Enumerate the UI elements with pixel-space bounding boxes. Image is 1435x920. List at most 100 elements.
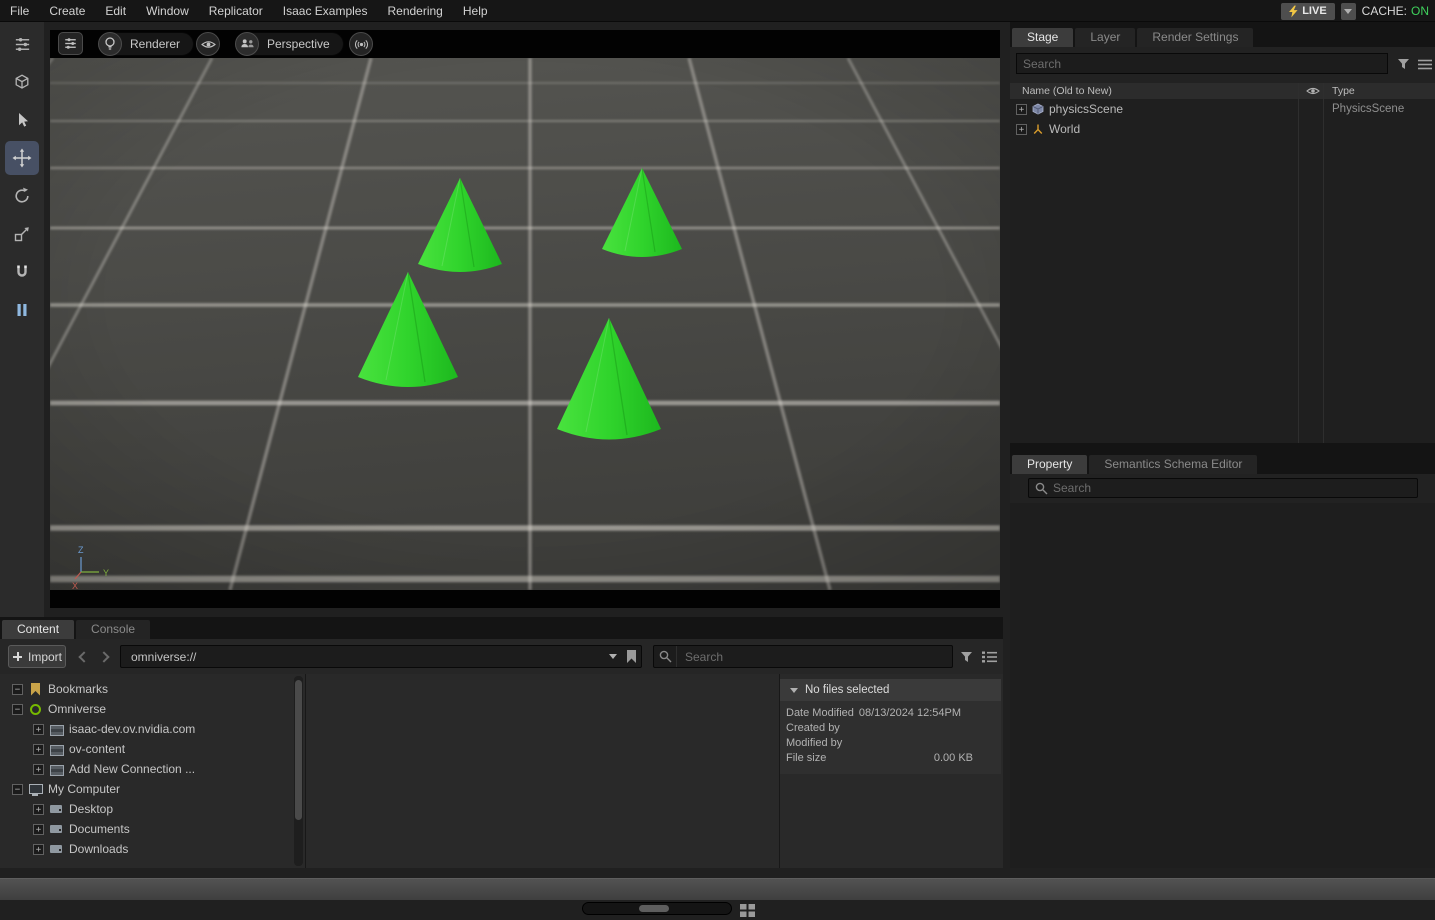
stage-options-button[interactable] bbox=[1415, 54, 1435, 74]
move-tool[interactable] bbox=[5, 141, 39, 175]
tree-item-bookmarks[interactable]: − Bookmarks bbox=[0, 679, 293, 699]
prim-type: PhysicsScene bbox=[1332, 103, 1404, 115]
column-name-header[interactable]: Name (Old to New) bbox=[1022, 83, 1112, 99]
eye-icon bbox=[201, 39, 216, 50]
physics-scene-icon bbox=[1032, 103, 1044, 115]
expander-toggle[interactable]: + bbox=[33, 724, 44, 735]
expander-toggle[interactable]: − bbox=[12, 704, 23, 715]
select-tool[interactable] bbox=[5, 103, 39, 137]
content-view-options-button[interactable] bbox=[979, 647, 999, 667]
tree-item-desktop[interactable]: + Desktop bbox=[0, 799, 293, 819]
chevron-down-icon bbox=[1344, 9, 1352, 14]
tree-item-downloads[interactable]: + Downloads bbox=[0, 839, 293, 859]
menu-item-create[interactable]: Create bbox=[49, 4, 85, 18]
file-grid-area[interactable] bbox=[306, 674, 779, 868]
expander-toggle[interactable]: − bbox=[12, 784, 23, 795]
import-button[interactable]: Import bbox=[8, 645, 66, 668]
rotate-tool[interactable] bbox=[5, 179, 39, 213]
tree-item-ov-content[interactable]: + ov-content bbox=[0, 739, 293, 759]
bookmark-icon bbox=[29, 683, 42, 696]
menu-bar: File Create Edit Window Replicator Isaac… bbox=[0, 0, 1435, 22]
tree-item-add-new-connection[interactable]: + Add New Connection ... bbox=[0, 759, 293, 779]
expander-toggle[interactable]: + bbox=[1016, 124, 1027, 135]
live-label: LIVE bbox=[1302, 5, 1326, 17]
stage-tab-bar: Stage Layer Render Settings bbox=[1010, 22, 1435, 47]
tree-item-label: ov-content bbox=[69, 742, 125, 756]
camera-selector[interactable]: Perspective bbox=[235, 32, 344, 56]
pause-button[interactable] bbox=[5, 293, 39, 327]
path-input[interactable] bbox=[121, 646, 601, 667]
snap-tool[interactable] bbox=[5, 255, 39, 289]
viewport-render-area[interactable]: Z Y X bbox=[50, 58, 1000, 590]
tab-layer[interactable]: Layer bbox=[1075, 28, 1135, 47]
visibility-button[interactable] bbox=[196, 32, 220, 56]
menu-item-file[interactable]: File bbox=[10, 4, 29, 18]
drive-icon bbox=[50, 803, 63, 816]
forward-button[interactable] bbox=[94, 647, 114, 667]
menu-item-help[interactable]: Help bbox=[463, 4, 488, 18]
stage-filter-button[interactable] bbox=[1393, 54, 1413, 74]
tree-item-label: Bookmarks bbox=[48, 682, 108, 696]
lightbulb-icon bbox=[98, 32, 122, 56]
scale-tool[interactable] bbox=[5, 217, 39, 251]
stage-item-physicsscene[interactable]: + physicsScene PhysicsScene bbox=[1010, 99, 1435, 119]
menu-item-rendering[interactable]: Rendering bbox=[387, 4, 442, 18]
search-icon-box bbox=[654, 646, 677, 667]
select-prim-tool[interactable] bbox=[5, 65, 39, 99]
stage-search-input[interactable] bbox=[1016, 53, 1388, 74]
viewport[interactable]: Z Y X Renderer bbox=[50, 30, 1000, 608]
details-header-label: No files selected bbox=[805, 684, 889, 696]
main-menu-button[interactable] bbox=[5, 27, 39, 61]
tab-console[interactable]: Console bbox=[76, 620, 150, 639]
tree-item-isaac-dev-server[interactable]: + isaac-dev.ov.nvidia.com bbox=[0, 719, 293, 739]
expander-toggle[interactable]: + bbox=[33, 824, 44, 835]
menu-item-window[interactable]: Window bbox=[146, 4, 189, 18]
tab-semantics-schema-editor[interactable]: Semantics Schema Editor bbox=[1089, 455, 1257, 474]
menu-item-edit[interactable]: Edit bbox=[105, 4, 126, 18]
file-size-value: 0.00 KB bbox=[934, 751, 973, 766]
path-bar bbox=[120, 645, 642, 668]
axis-z-label: Z bbox=[78, 545, 84, 555]
details-header[interactable]: No files selected bbox=[780, 679, 1001, 701]
slider-thumb[interactable] bbox=[639, 905, 669, 912]
back-button[interactable] bbox=[74, 647, 94, 667]
live-dropdown[interactable] bbox=[1341, 3, 1356, 20]
expander-toggle[interactable]: + bbox=[33, 804, 44, 815]
lightning-icon bbox=[1289, 5, 1298, 18]
tab-render-settings[interactable]: Render Settings bbox=[1137, 28, 1253, 47]
tree-scrollbar[interactable] bbox=[294, 676, 303, 866]
tree-item-my-computer[interactable]: − My Computer bbox=[0, 779, 293, 799]
column-type-header[interactable]: Type bbox=[1332, 83, 1355, 99]
expander-toggle[interactable]: + bbox=[33, 844, 44, 855]
grid-view-toggle[interactable] bbox=[737, 900, 757, 920]
scrollbar-thumb[interactable] bbox=[295, 680, 302, 820]
content-search-input[interactable] bbox=[677, 650, 952, 664]
menu-item-replicator[interactable]: Replicator bbox=[209, 4, 263, 18]
viewport-settings-button[interactable] bbox=[58, 32, 83, 55]
tree-item-documents[interactable]: + Documents bbox=[0, 819, 293, 839]
drive-icon bbox=[50, 843, 63, 856]
capture-button[interactable] bbox=[349, 32, 373, 56]
menu-icon bbox=[1418, 59, 1432, 70]
menu-item-isaac-examples[interactable]: Isaac Examples bbox=[283, 4, 368, 18]
property-search-box[interactable]: Search bbox=[1028, 478, 1418, 498]
live-button[interactable]: LIVE bbox=[1281, 3, 1334, 20]
tree-item-omniverse[interactable]: − Omniverse bbox=[0, 699, 293, 719]
expander-toggle[interactable]: + bbox=[33, 764, 44, 775]
stage-item-world[interactable]: + World bbox=[1010, 119, 1435, 139]
bookmark-icon[interactable] bbox=[627, 650, 636, 663]
tab-property[interactable]: Property bbox=[1012, 455, 1087, 474]
tab-stage[interactable]: Stage bbox=[1012, 28, 1073, 47]
expander-toggle[interactable]: − bbox=[12, 684, 23, 695]
expander-toggle[interactable]: + bbox=[1016, 104, 1027, 115]
cache-status: CACHE: ON bbox=[1362, 4, 1431, 18]
renderer-selector[interactable]: Renderer bbox=[98, 32, 194, 56]
content-filter-button[interactable] bbox=[956, 647, 976, 667]
thumbnail-size-slider[interactable] bbox=[582, 902, 732, 915]
column-visibility-header[interactable] bbox=[1303, 81, 1323, 101]
stage-tree: + physicsScene PhysicsScene + World bbox=[1010, 99, 1435, 443]
computer-icon bbox=[29, 783, 42, 796]
tab-content[interactable]: Content bbox=[2, 620, 74, 639]
path-dropdown-icon[interactable] bbox=[609, 654, 617, 659]
expander-toggle[interactable]: + bbox=[33, 744, 44, 755]
